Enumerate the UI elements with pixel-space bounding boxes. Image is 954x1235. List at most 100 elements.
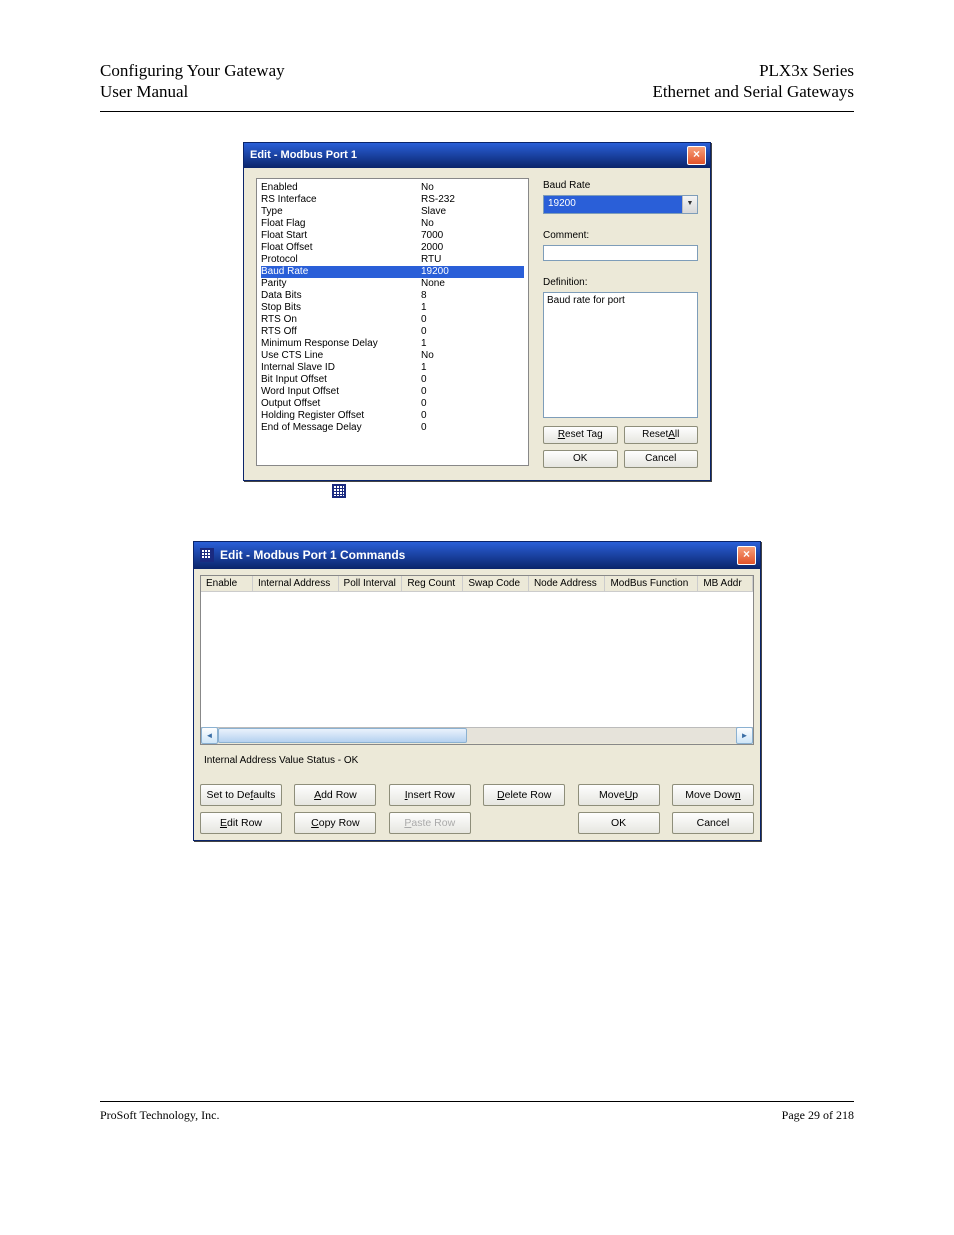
close-icon[interactable]: × [737, 546, 756, 565]
parameter-value: 1 [421, 302, 427, 314]
chevron-down-icon[interactable]: ▼ [682, 196, 697, 213]
move-up-button[interactable]: Move Up [578, 784, 660, 806]
parameter-row[interactable]: ParityNone [261, 278, 524, 290]
baud-rate-value: 19200 [544, 196, 682, 213]
edit-modbus-port-dialog: Edit - Modbus Port 1 × EnabledNoRS Inter… [243, 142, 711, 481]
parameter-value: Slave [421, 206, 446, 218]
dialog1-right-pane: Baud Rate 19200 ▼ Comment: Definition: B… [543, 178, 698, 468]
parameter-row[interactable]: Stop Bits1 [261, 302, 524, 314]
commands-table[interactable]: EnableInternal AddressPoll IntervalReg C… [200, 575, 754, 745]
parameter-value: RTU [421, 254, 441, 266]
parameter-row[interactable]: Internal Slave ID1 [261, 362, 524, 374]
edit-row-button[interactable]: Edit Row [200, 812, 282, 834]
parameter-value: 0 [421, 398, 427, 410]
move-down-button[interactable]: Move Down [672, 784, 754, 806]
ok-button[interactable]: OK [578, 812, 660, 834]
scroll-thumb[interactable] [218, 728, 467, 743]
column-header[interactable]: MB Addr [698, 576, 753, 591]
comment-input[interactable] [543, 245, 698, 261]
grid-icon [200, 548, 214, 562]
scroll-track[interactable] [218, 728, 736, 743]
parameter-value: 7000 [421, 230, 443, 242]
set-to-defaults-button[interactable]: Set to Defaults [200, 784, 282, 806]
parameter-name: Stop Bits [261, 302, 421, 314]
grid-icon [332, 484, 346, 498]
cancel-button[interactable]: Cancel [624, 450, 699, 468]
dialog2-titlebar[interactable]: Edit - Modbus Port 1 Commands × [194, 542, 760, 569]
field-label: Baud Rate [543, 180, 698, 191]
parameter-name: Protocol [261, 254, 421, 266]
page-header: Configuring Your Gateway User Manual PLX… [100, 60, 854, 112]
scroll-right-icon[interactable]: ► [736, 727, 753, 744]
dialog1-title: Edit - Modbus Port 1 [250, 149, 357, 161]
horizontal-scrollbar[interactable]: ◄ ► [201, 727, 753, 744]
parameter-row[interactable]: Baud Rate19200 [261, 266, 524, 278]
parameter-row[interactable]: TypeSlave [261, 206, 524, 218]
parameter-row[interactable]: End of Message Delay0 [261, 422, 524, 434]
column-header[interactable]: Internal Address [253, 576, 339, 591]
parameter-row[interactable]: Word Input Offset0 [261, 386, 524, 398]
status-text: Internal Address Value Status - OK [200, 745, 754, 784]
parameter-value: 0 [421, 422, 427, 434]
parameter-row[interactable]: Output Offset0 [261, 398, 524, 410]
cancel-button[interactable]: Cancel [672, 812, 754, 834]
parameter-name: Bit Input Offset [261, 374, 421, 386]
definition-label: Definition: [543, 277, 698, 288]
column-header[interactable]: Swap Code [463, 576, 529, 591]
column-header[interactable]: Enable [201, 576, 253, 591]
column-header[interactable]: ModBus Function [605, 576, 698, 591]
parameter-value: 1 [421, 362, 427, 374]
close-icon[interactable]: × [687, 146, 706, 165]
ok-button[interactable]: OK [543, 450, 618, 468]
column-header[interactable]: Node Address [529, 576, 606, 591]
dialog1-titlebar[interactable]: Edit - Modbus Port 1 × [244, 143, 710, 168]
parameter-row[interactable]: RTS Off0 [261, 326, 524, 338]
copy-row-button[interactable]: Copy Row [294, 812, 376, 834]
column-header[interactable]: Poll Interval [339, 576, 403, 591]
parameter-value: 0 [421, 410, 427, 422]
parameter-name: RTS On [261, 314, 421, 326]
parameter-row[interactable]: RTS On0 [261, 314, 524, 326]
parameter-name: Parity [261, 278, 421, 290]
parameter-row[interactable]: EnabledNo [261, 182, 524, 194]
parameter-value: 2000 [421, 242, 443, 254]
parameter-row[interactable]: ProtocolRTU [261, 254, 524, 266]
add-row-button[interactable]: Add Row [294, 784, 376, 806]
parameter-value: 19200 [421, 266, 449, 278]
parameter-name: Float Start [261, 230, 421, 242]
reset-tag-button[interactable]: Reset Tag [543, 426, 618, 444]
delete-row-button[interactable]: Delete Row [483, 784, 565, 806]
parameter-row[interactable]: Data Bits8 [261, 290, 524, 302]
parameter-row[interactable]: Holding Register Offset0 [261, 410, 524, 422]
parameter-value: No [421, 218, 434, 230]
parameter-name: Use CTS Line [261, 350, 421, 362]
parameter-name: Type [261, 206, 421, 218]
header-left-line2: User Manual [100, 81, 285, 102]
comment-label: Comment: [543, 230, 698, 241]
parameter-row[interactable]: Use CTS LineNo [261, 350, 524, 362]
parameter-row[interactable]: RS InterfaceRS-232 [261, 194, 524, 206]
baud-rate-select[interactable]: 19200 ▼ [543, 195, 698, 214]
parameter-value: RS-232 [421, 194, 455, 206]
parameter-row[interactable]: Bit Input Offset0 [261, 374, 524, 386]
insert-row-button[interactable]: Insert Row [389, 784, 471, 806]
parameter-name: Minimum Response Delay [261, 338, 421, 350]
header-right-line1: PLX3x Series [652, 60, 854, 81]
parameter-row[interactable]: Float Offset2000 [261, 242, 524, 254]
parameter-name: Float Flag [261, 218, 421, 230]
reset-all-button[interactable]: Reset All [624, 426, 699, 444]
scroll-left-icon[interactable]: ◄ [201, 727, 218, 744]
parameter-value: 8 [421, 290, 427, 302]
parameter-row[interactable]: Float FlagNo [261, 218, 524, 230]
footer-left: ProSoft Technology, Inc. [100, 1108, 219, 1123]
parameter-list[interactable]: EnabledNoRS InterfaceRS-232TypeSlaveFloa… [256, 178, 529, 466]
parameter-row[interactable]: Minimum Response Delay1 [261, 338, 524, 350]
edit-modbus-commands-dialog: Edit - Modbus Port 1 Commands × EnableIn… [193, 541, 761, 841]
dialog2-title: Edit - Modbus Port 1 Commands [220, 548, 405, 562]
column-header[interactable]: Reg Count [402, 576, 463, 591]
parameter-row[interactable]: Float Start7000 [261, 230, 524, 242]
parameter-name: RTS Off [261, 326, 421, 338]
parameter-value: 0 [421, 386, 427, 398]
parameter-value: 0 [421, 326, 427, 338]
header-right-line2: Ethernet and Serial Gateways [652, 81, 854, 102]
